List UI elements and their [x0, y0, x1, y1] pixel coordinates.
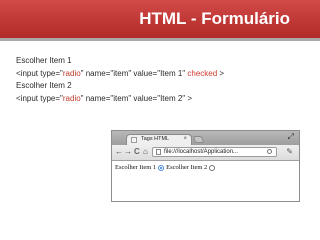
radio-label-2: Escolher Item 2	[166, 164, 208, 171]
radio-item-2[interactable]	[209, 164, 216, 171]
code-type-value: radio	[62, 68, 81, 78]
code-text: " name="item" value="Item 2" >	[80, 93, 193, 103]
code-line-2: <input type="radio" name="item" value="I…	[16, 68, 224, 81]
browser-toolbar: ← → C ⌂ file:///localhost/Application...…	[112, 145, 299, 161]
code-block: Escolher Item 1 <input type="radio" name…	[16, 55, 224, 105]
page-icon	[156, 149, 161, 155]
forward-arrow-icon[interactable]: →	[124, 147, 132, 157]
home-icon[interactable]: ⌂	[143, 147, 148, 157]
page-favicon-icon	[131, 137, 137, 143]
code-checked-keyword: checked	[187, 68, 218, 78]
code-text: >	[217, 68, 225, 78]
code-type-value: radio	[62, 93, 81, 103]
tab-close-icon[interactable]: ×	[183, 136, 187, 142]
slide-title-bar: HTML - Formulário	[0, 0, 320, 38]
radio-form: Escolher Item 1 Escolher Item 2	[115, 164, 217, 171]
code-line-4: <input type="radio" name="item" value="I…	[16, 93, 224, 106]
new-tab-button[interactable]	[192, 136, 205, 143]
code-text: " name="item" value="Item 1"	[80, 68, 188, 78]
code-line-1: Escolher Item 1	[16, 56, 72, 65]
code-line-3: Escolher Item 2	[16, 81, 72, 90]
address-bar[interactable]: file:///localhost/Application...	[152, 147, 277, 157]
wrench-icon[interactable]: ✎	[286, 147, 293, 157]
code-text: <input type="	[16, 68, 63, 78]
slide-title: HTML - Formulário	[139, 9, 290, 28]
browser-tab[interactable]: Tags HTML ×	[126, 134, 192, 145]
back-arrow-icon[interactable]: ←	[115, 147, 123, 157]
radio-item-1[interactable]	[158, 164, 165, 171]
title-divider	[0, 38, 320, 41]
browser-screenshot: Tags HTML × ⤢ ← → C ⌂ file:///localhost/…	[111, 130, 300, 202]
page-content: Escolher Item 1 Escolher Item 2	[112, 161, 299, 201]
browser-tab-title: Tags HTML	[141, 136, 170, 142]
url-text: file:///localhost/Application...	[164, 149, 239, 155]
search-icon	[267, 149, 272, 154]
resize-icon[interactable]: ⤢	[288, 132, 294, 142]
reload-icon[interactable]: C	[134, 147, 140, 157]
radio-label-1: Escolher Item 1	[115, 164, 157, 171]
browser-tab-strip: Tags HTML × ⤢	[112, 131, 299, 145]
code-text: <input type="	[16, 93, 63, 103]
